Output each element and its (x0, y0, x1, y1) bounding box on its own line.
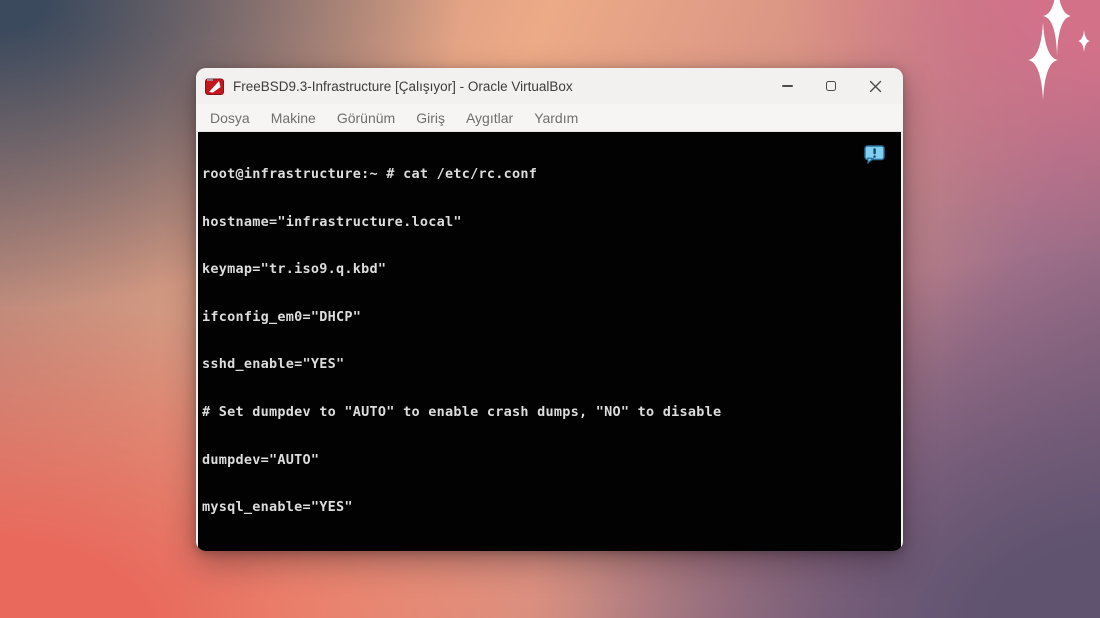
terminal-line: sshd_enable="YES" (202, 356, 345, 373)
sparkle-stars-decoration (1028, 0, 1090, 100)
window-titlebar[interactable]: FreeBSD9.3-Infrastructure [Çalışıyor] - … (196, 68, 903, 104)
menu-makine[interactable]: Makine (271, 110, 316, 126)
terminal-line: # Set dumpdev to "AUTO" to enable crash … (202, 403, 722, 420)
terminal-line: keymap="tr.iso9.q.kbd" (202, 261, 387, 278)
virtualbox-window: FreeBSD9.3-Infrastructure [Çalışıyor] - … (196, 68, 903, 551)
menu-dosya[interactable]: Dosya (210, 110, 250, 126)
terminal-line: root@infrastructure:~ # cat /etc/rc.conf (202, 166, 538, 182)
guest-display-area: root@infrastructure:~ # cat /etc/rc.conf… (196, 132, 903, 551)
virtualbox-logo-icon (205, 77, 224, 95)
notification-bubble-icon[interactable] (864, 145, 885, 164)
menu-giris[interactable]: Giriş (416, 110, 445, 126)
terminal-line: dumpdev="AUTO" (202, 451, 320, 468)
menubar: Dosya Makine Görünüm Giriş Aygıtlar Yard… (196, 104, 903, 132)
menu-aygitlar[interactable]: Aygıtlar (466, 110, 513, 126)
terminal-line: hostname="infrastructure.local" (202, 213, 462, 230)
maximize-icon (826, 81, 836, 91)
maximize-button[interactable] (809, 71, 853, 101)
terminal-console[interactable]: root@infrastructure:~ # cat /etc/rc.conf… (198, 132, 901, 551)
minimize-icon (781, 85, 793, 87)
menu-gorunum[interactable]: Görünüm (337, 110, 395, 126)
close-button[interactable] (853, 71, 897, 101)
minimize-button[interactable] (765, 71, 809, 101)
menu-yardim[interactable]: Yardım (534, 110, 578, 126)
terminal-line: ifconfig_em0="DHCP" (202, 308, 362, 325)
terminal-line: mysql_enable="YES" (202, 499, 353, 516)
desktop-background: FreeBSD9.3-Infrastructure [Çalışıyor] - … (0, 0, 1100, 618)
close-icon (869, 80, 881, 92)
window-title: FreeBSD9.3-Infrastructure [Çalışıyor] - … (233, 78, 573, 94)
